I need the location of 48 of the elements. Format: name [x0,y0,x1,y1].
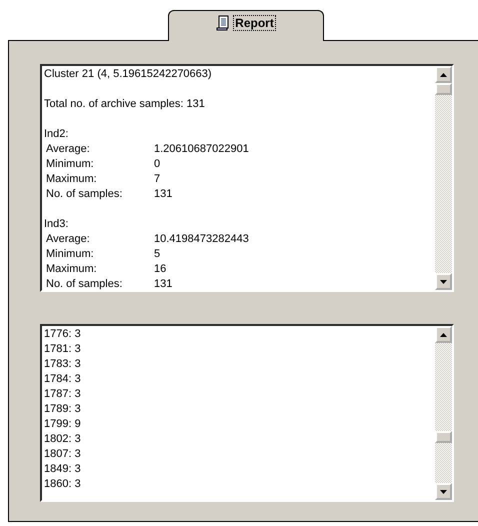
stat-label: No. of samples: [46,187,124,202]
stat-value: 10.4198473282443 [154,232,249,247]
section-title: Ind3: [44,217,70,232]
stat-value: 1.20610687022901 [154,142,249,157]
scroll-document-icon [216,15,230,31]
vertical-scrollbar[interactable] [435,326,452,500]
stat-value: 16 [154,262,166,277]
down-arrow-icon [440,280,447,284]
list-line: 1776: 3 [44,327,82,342]
scroll-thumb[interactable] [435,83,452,95]
list-line: 1849: 3 [44,462,82,477]
scroll-up-button[interactable] [435,66,452,83]
down-arrow-icon [440,490,447,494]
stat-label: Average: [46,142,91,157]
stat-value: 0 [154,157,160,172]
stat-value: 131 [154,187,172,202]
section-title: Ind2: [44,127,70,142]
stat-label: Minimum: [46,247,95,262]
stat-value: 5 [154,247,160,262]
stat-label: Maximum: [46,262,98,277]
stat-label: Average: [46,232,91,247]
list-line: 1860: 3 [44,477,82,492]
stat-label: Minimum: [46,157,95,172]
list-line: 1789: 3 [44,402,82,417]
up-arrow-icon [440,72,447,76]
scroll-down-button[interactable] [435,483,452,500]
report-line: Total no. of archive samples: 131 [44,97,206,112]
scroll-thumb[interactable] [435,431,452,443]
vertical-scrollbar[interactable] [435,66,452,290]
tab-label: Report [233,15,276,31]
list-line: 1802: 3 [44,432,82,447]
scroll-up-button[interactable] [435,326,452,343]
list-line: 1784: 3 [44,372,82,387]
scroll-down-button[interactable] [435,273,452,290]
list-line: 1783: 3 [44,357,82,372]
list-line: 1799: 9 [44,417,82,432]
stat-value: 7 [154,172,160,187]
list-line: 1781: 3 [44,342,82,357]
up-arrow-icon [440,332,447,336]
list-line: 1807: 3 [44,447,82,462]
list-text-area[interactable]: 1776: 3 1781: 3 1783: 3 1784: 3 1787: 3 1789: 3 1799: 9 1802: 3 1807: 3 1849: 3 1860: 3 [40,324,454,502]
list-line: 1787: 3 [44,387,82,402]
stat-label: Maximum: [46,172,98,187]
report-line: Cluster 21 (4, 5.19615242270663) [44,67,213,82]
report-text-area[interactable] [40,64,454,292]
report-tab[interactable]: Report [168,10,324,41]
stat-label: No. of samples: [46,277,124,290]
stat-value: 131 [154,277,172,290]
